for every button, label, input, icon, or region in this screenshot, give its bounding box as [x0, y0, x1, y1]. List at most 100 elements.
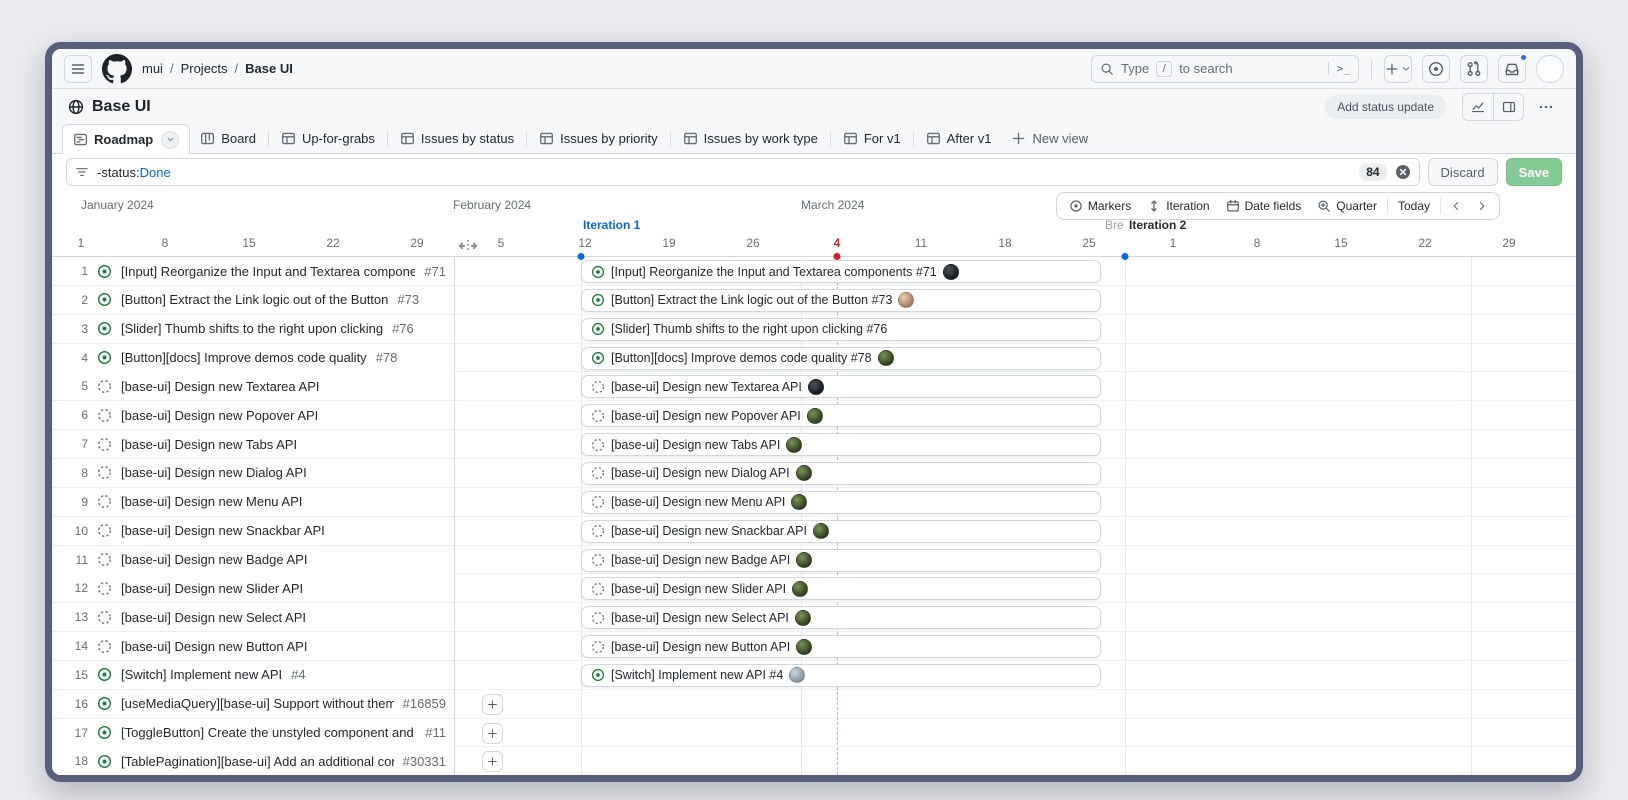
issue-opened-icon: [1428, 61, 1444, 77]
tab-new-view[interactable]: New view: [1001, 124, 1098, 153]
row-separator: [455, 602, 1576, 603]
hamburger-menu-button[interactable]: [64, 55, 92, 83]
row-number: 5: [66, 379, 88, 393]
side-panel-button[interactable]: [1493, 94, 1523, 120]
timeline-bar[interactable]: [base-ui] Design new Menu API: [581, 491, 1101, 514]
timeline-bar[interactable]: [Button] Extract the Link logic out of t…: [581, 289, 1101, 312]
timeline-bar[interactable]: [Switch] Implement new API #4: [581, 664, 1101, 687]
table-icon: [400, 131, 415, 146]
prev-page-button[interactable]: [1445, 195, 1467, 217]
clear-filter-button[interactable]: [1395, 164, 1411, 180]
timeline-bar[interactable]: [base-ui] Design new Textarea API: [581, 375, 1101, 398]
row-separator: [455, 458, 1576, 459]
task-row[interactable]: 4[Button][docs] Improve demos code quali…: [52, 344, 454, 373]
command-palette-icon[interactable]: >_: [1328, 62, 1350, 75]
tab-roadmap[interactable]: Roadmap: [62, 124, 190, 154]
timeline-bar[interactable]: [base-ui] Design new Badge API: [581, 549, 1101, 572]
project-menu-button[interactable]: [1532, 93, 1560, 121]
week-tick: 22: [1418, 236, 1431, 250]
today-button[interactable]: Today: [1392, 194, 1436, 218]
task-row[interactable]: 7[base-ui] Design new Tabs API: [52, 430, 454, 459]
bar-task-title: [base-ui] Design new Slider API: [611, 582, 786, 596]
tab-label: After v1: [947, 131, 992, 146]
github-logo[interactable]: [102, 54, 132, 84]
breadcrumb: mui/Projects/Base UI: [142, 61, 293, 76]
tab-label: For v1: [864, 131, 901, 146]
task-title: [Input] Reorganize the Input and Textare…: [121, 264, 415, 279]
task-row[interactable]: 17[ToggleButton] Create the unstyled com…: [52, 719, 454, 748]
add-status-update-button[interactable]: Add status update: [1325, 95, 1446, 119]
toolbar-item-date-fields[interactable]: Date fields: [1220, 194, 1308, 218]
timeline-bar[interactable]: [Input] Reorganize the Input and Textare…: [581, 260, 1101, 283]
task-row[interactable]: 13[base-ui] Design new Select API: [52, 603, 454, 632]
task-row[interactable]: 11[base-ui] Design new Badge API: [52, 546, 454, 575]
tab-up-for-grabs[interactable]: Up-for-grabs: [271, 124, 385, 153]
row-number: 11: [66, 553, 88, 567]
tab-for-v1[interactable]: For v1: [833, 124, 911, 153]
row-separator: [455, 660, 1576, 661]
breadcrumb-item-projects[interactable]: Projects: [181, 61, 228, 76]
tab-issues-by-work-type[interactable]: Issues by work type: [673, 124, 828, 153]
panel-resize-handle[interactable]: [457, 235, 479, 257]
task-row[interactable]: 2[Button] Extract the Link logic out of …: [52, 286, 454, 315]
task-row[interactable]: 1 [Input] Reorganize the Input and Textar…: [52, 257, 454, 286]
filter-input[interactable]: -status:Done 84: [66, 158, 1420, 186]
user-avatar[interactable]: [1536, 55, 1564, 83]
toolbar-item-markers[interactable]: Markers: [1063, 194, 1137, 218]
task-row[interactable]: 12[base-ui] Design new Slider API: [52, 574, 454, 603]
timeline-bar[interactable]: [Button][docs] Improve demos code qualit…: [581, 347, 1101, 370]
match-count-badge: 84: [1359, 163, 1386, 181]
tab-options-button[interactable]: [161, 131, 179, 149]
toolbar-item-quarter[interactable]: Quarter: [1311, 194, 1383, 218]
task-row[interactable]: 6[base-ui] Design new Popover API: [52, 401, 454, 430]
add-dates-button[interactable]: [482, 751, 503, 772]
task-row[interactable]: 14[base-ui] Design new Button API: [52, 632, 454, 661]
issue-open-icon: [97, 264, 112, 279]
toolbar-item-iteration[interactable]: Iteration: [1141, 194, 1215, 218]
week-tick: 25: [1082, 236, 1095, 250]
breadcrumb-item-base-ui[interactable]: Base UI: [245, 61, 293, 76]
bar-task-title: [Input] Reorganize the Input and Textare…: [611, 265, 937, 279]
task-title: [base-ui] Design new Dialog API: [121, 465, 307, 480]
timeline-bar[interactable]: [base-ui] Design new Button API: [581, 635, 1101, 658]
task-row[interactable]: 15[Switch] Implement new API#4: [52, 661, 454, 690]
timeline-bar[interactable]: [base-ui] Design new Select API: [581, 606, 1101, 629]
discard-button[interactable]: Discard: [1428, 158, 1498, 186]
search-input[interactable]: Type / to search >_: [1091, 55, 1359, 83]
issues-button[interactable]: [1422, 55, 1450, 83]
tab-issues-by-priority[interactable]: Issues by priority: [529, 124, 668, 153]
task-row[interactable]: 5[base-ui] Design new Textarea API: [52, 372, 454, 401]
add-dates-button[interactable]: [482, 694, 503, 715]
add-dates-button[interactable]: [482, 723, 503, 744]
chevron-down-icon: [1401, 64, 1411, 74]
task-row[interactable]: 16[useMediaQuery][base-ui] Support witho…: [52, 690, 454, 719]
app-header: mui/Projects/Base UI Type / to search >_: [52, 49, 1576, 89]
tab-board[interactable]: Board: [190, 124, 266, 153]
task-row[interactable]: 10[base-ui] Design new Snackbar API: [52, 517, 454, 546]
timeline-bar[interactable]: [base-ui] Design new Slider API: [581, 577, 1101, 600]
next-page-button[interactable]: [1471, 195, 1493, 217]
timeline-bar[interactable]: [base-ui] Design new Snackbar API: [581, 520, 1101, 543]
task-row[interactable]: 18[TablePagination][base-ui] Add an addi…: [52, 747, 454, 775]
insights-button[interactable]: [1463, 94, 1493, 120]
bar-task-title: [base-ui] Design new Snackbar API: [611, 524, 807, 538]
tab-after-v1[interactable]: After v1: [916, 124, 1002, 153]
timeline-bar[interactable]: [base-ui] Design new Dialog API: [581, 462, 1101, 485]
save-button[interactable]: Save: [1506, 158, 1562, 186]
timeline-bar[interactable]: [Slider] Thumb shifts to the right upon …: [581, 318, 1101, 341]
task-row[interactable]: 8[base-ui] Design new Dialog API: [52, 459, 454, 488]
create-new-button[interactable]: [1384, 55, 1412, 83]
row-number: 12: [66, 581, 88, 595]
task-row[interactable]: 3[Slider] Thumb shifts to the right upon…: [52, 315, 454, 344]
timeline-bar[interactable]: [base-ui] Design new Popover API: [581, 404, 1101, 427]
task-row[interactable]: 9[base-ui] Design new Menu API: [52, 488, 454, 517]
filter-icon: [75, 165, 89, 179]
issue-number: #78: [376, 350, 398, 365]
inbox-button[interactable]: [1498, 55, 1526, 83]
row-number: 1: [66, 264, 88, 278]
pull-requests-button[interactable]: [1460, 55, 1488, 83]
week-tick: 12: [578, 236, 591, 250]
timeline-bar[interactable]: [base-ui] Design new Tabs API: [581, 433, 1101, 456]
breadcrumb-item-mui[interactable]: mui: [142, 61, 163, 76]
tab-issues-by-status[interactable]: Issues by status: [390, 124, 524, 153]
